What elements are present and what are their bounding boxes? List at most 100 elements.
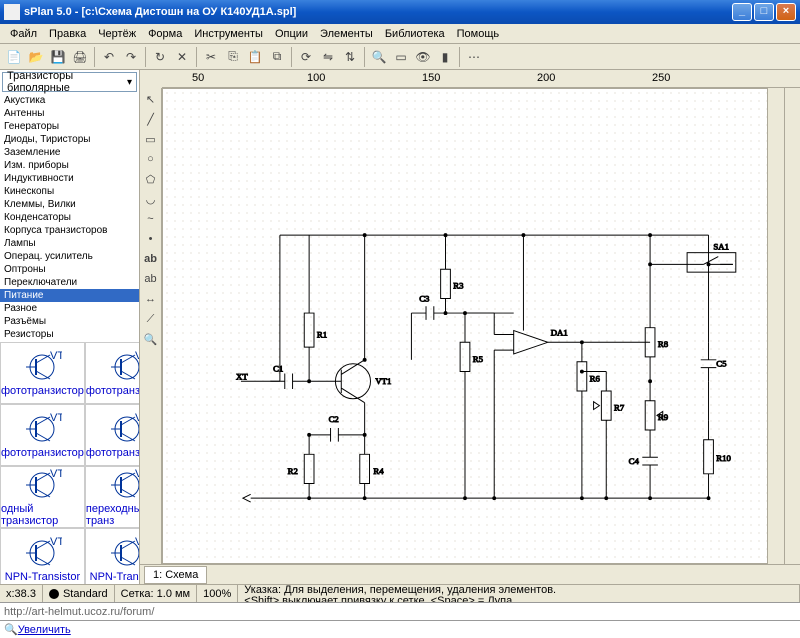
dimension-tool[interactable]: ↔ — [142, 290, 160, 308]
binoculars-button[interactable]: 👁 — [413, 47, 433, 67]
category-item[interactable]: Кинескопы — [0, 185, 139, 198]
category-item[interactable]: Оптроны — [0, 263, 139, 276]
circle-tool[interactable]: ○ — [142, 150, 160, 168]
category-item[interactable]: Питание — [0, 289, 139, 302]
palette-item[interactable]: VT0NPN-Transistor — [85, 528, 139, 584]
zoom-button[interactable]: 🔍 — [369, 47, 389, 67]
url-text: http://art-helmut.ucoz.ru/forum/ — [4, 606, 154, 618]
app-icon — [4, 4, 20, 20]
new-button[interactable]: 📄 — [4, 47, 24, 67]
node-tool[interactable]: • — [142, 230, 160, 248]
redo-button[interactable]: ↷ — [121, 47, 141, 67]
menu-form[interactable]: Форма — [142, 26, 188, 42]
menu-library[interactable]: Библиотека — [379, 26, 451, 42]
svg-text:VT0: VT0 — [135, 412, 139, 424]
page-button[interactable]: ▭ — [391, 47, 411, 67]
canvas[interactable]: XT C1 R1 VT1 C2 — [162, 88, 768, 564]
category-item[interactable]: Корпуса транзисторов — [0, 224, 139, 237]
palette-item[interactable]: VT0одный транзистор — [0, 466, 85, 528]
menu-options[interactable]: Опции — [269, 26, 314, 42]
copy-button[interactable]: ⎘ — [223, 47, 243, 67]
cut-button[interactable]: ✂ — [201, 47, 221, 67]
component-button[interactable]: ▮ — [435, 47, 455, 67]
svg-text:SA1: SA1 — [713, 242, 729, 252]
arc-tool[interactable]: ◡ — [142, 190, 160, 208]
category-item[interactable]: Акустика — [0, 94, 139, 107]
menu-help[interactable]: Помощь — [451, 26, 506, 42]
category-item[interactable]: Диоды, Тиристоры — [0, 133, 139, 146]
category-item[interactable]: Индуктивности — [0, 172, 139, 185]
save-button[interactable]: 💾 — [48, 47, 68, 67]
maximize-button[interactable]: □ — [754, 3, 774, 21]
open-button[interactable]: 📂 — [26, 47, 46, 67]
palette-item[interactable]: VT0NPN-Transistor — [0, 528, 85, 584]
minimize-button[interactable]: _ — [732, 3, 752, 21]
category-item[interactable]: Резисторы — [0, 328, 139, 341]
flip-h-button[interactable]: ⇋ — [318, 47, 338, 67]
zoom-bar: 🔍 Увеличить — [0, 620, 800, 638]
status-coord: x:38.3 — [0, 585, 43, 602]
line-tool[interactable]: ╱ — [142, 110, 160, 128]
category-item[interactable]: Операц. усилитель — [0, 250, 139, 263]
refresh-button[interactable]: ↻ — [150, 47, 170, 67]
svg-text:R8: R8 — [658, 339, 669, 349]
menu-tools[interactable]: Инструменты — [188, 26, 269, 42]
palette-item[interactable]: VT0переходный транз — [85, 466, 139, 528]
sheet-tab-1[interactable]: 1: Схема — [144, 566, 207, 584]
paste-button[interactable]: 📋 — [245, 47, 265, 67]
text-tool[interactable]: ab — [142, 250, 160, 268]
svg-text:R4: R4 — [373, 466, 384, 476]
status-snap: Сетка: 1.0 мм — [115, 585, 198, 602]
vertical-toolbar: ↖ ╱ ▭ ○ ⬠ ◡ ~ • ab ab ↔ ⟋ 🔍 — [140, 88, 162, 564]
browser-status: http://art-helmut.ucoz.ru/forum/ — [0, 602, 800, 620]
palette-item[interactable]: VT0фототранзистор — [85, 342, 139, 404]
toolbar: 📄 📂 💾 🖨 ↶ ↷ ↻ ✕ ✂ ⎘ 📋 ⧉ ⟳ ⇋ ⇅ 🔍 ▭ 👁 ▮ ⋯ — [0, 44, 800, 70]
menu-elements[interactable]: Элементы — [314, 26, 379, 42]
rotate-button[interactable]: ⟳ — [296, 47, 316, 67]
duplicate-button[interactable]: ⧉ — [267, 47, 287, 67]
settings-button[interactable]: ⋯ — [464, 47, 484, 67]
zoom-link[interactable]: Увеличить — [18, 624, 71, 636]
delete-button[interactable]: ✕ — [172, 47, 192, 67]
measure-tool[interactable]: ⟋ — [142, 310, 160, 328]
svg-text:C3: C3 — [419, 293, 430, 303]
zoom-tool[interactable]: 🔍 — [142, 330, 160, 348]
palette-item[interactable]: VT0фототранзистор — [85, 404, 139, 466]
category-item[interactable]: Генераторы — [0, 120, 139, 133]
menubar: Файл Правка Чертёж Форма Инструменты Опц… — [0, 24, 800, 44]
menu-edit[interactable]: Правка — [43, 26, 92, 42]
rect-tool[interactable]: ▭ — [142, 130, 160, 148]
schematic: XT C1 R1 VT1 C2 — [163, 89, 767, 564]
palette-item[interactable]: VT0фототранзистор — [0, 342, 85, 404]
status-grid: Standard — [63, 588, 108, 600]
category-item[interactable]: Заземление — [0, 146, 139, 159]
svg-text:C1: C1 — [273, 364, 283, 374]
print-button[interactable]: 🖨 — [70, 47, 90, 67]
label-tool[interactable]: ab — [142, 270, 160, 288]
library-combo[interactable]: Транзисторы биполярные — [2, 72, 137, 92]
pointer-tool[interactable]: ↖ — [142, 90, 160, 108]
svg-text:VT0: VT0 — [50, 350, 62, 362]
palette-item[interactable]: VT0фототранзистор — [0, 404, 85, 466]
category-item[interactable]: Конденсаторы — [0, 211, 139, 224]
flip-v-button[interactable]: ⇅ — [340, 47, 360, 67]
poly-tool[interactable]: ⬠ — [142, 170, 160, 188]
window-title: sPlan 5.0 - [c:\Схема Дистошн на ОУ К140… — [24, 6, 732, 18]
category-item[interactable]: Разное — [0, 302, 139, 315]
category-list[interactable]: АкустикаАнтенныГенераторыДиоды, Тиристор… — [0, 94, 139, 342]
category-item[interactable]: Изм. приборы — [0, 159, 139, 172]
scrollbar-vertical[interactable] — [784, 88, 800, 564]
category-item[interactable]: Клеммы, Вилки — [0, 198, 139, 211]
bezier-tool[interactable]: ~ — [142, 210, 160, 228]
svg-text:VT0: VT0 — [135, 468, 139, 480]
undo-button[interactable]: ↶ — [99, 47, 119, 67]
svg-text:C2: C2 — [329, 414, 339, 424]
category-item[interactable]: Разъёмы — [0, 315, 139, 328]
category-item[interactable]: Переключатели — [0, 276, 139, 289]
svg-text:R3: R3 — [453, 281, 464, 291]
menu-file[interactable]: Файл — [4, 26, 43, 42]
menu-drawing[interactable]: Чертёж — [92, 26, 142, 42]
category-item[interactable]: Антенны — [0, 107, 139, 120]
close-button[interactable]: × — [776, 3, 796, 21]
category-item[interactable]: Лампы — [0, 237, 139, 250]
